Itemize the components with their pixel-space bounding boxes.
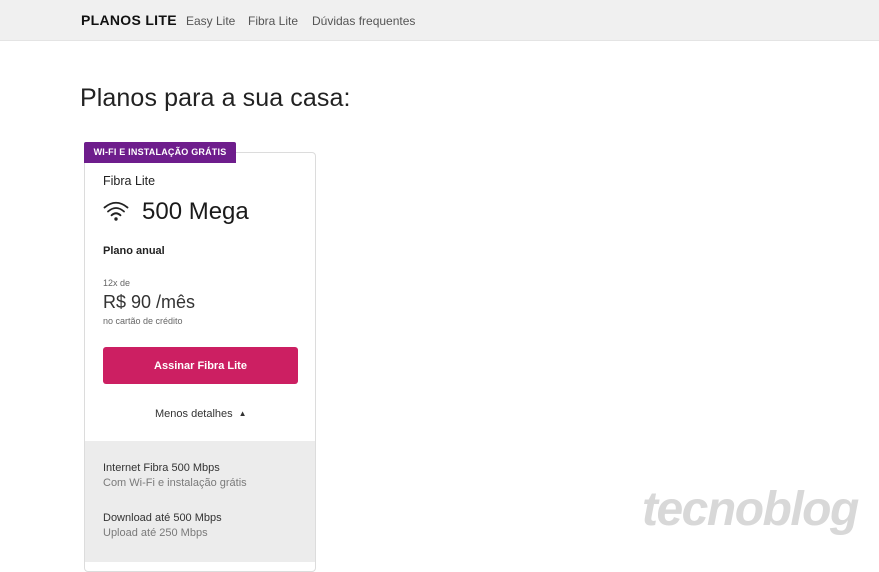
- detail-title: Download até 500 Mbps: [103, 512, 222, 524]
- watermark-logo: tecnoblog: [642, 483, 859, 536]
- top-nav-bar: PLANOS LITE Easy Lite Fibra Lite Dúvidas…: [0, 0, 879, 41]
- details-toggle[interactable]: Menos detalhes ▲: [155, 408, 247, 420]
- subscribe-button[interactable]: Assinar Fibra Lite: [103, 347, 298, 384]
- nav-link-faq[interactable]: Dúvidas frequentes: [312, 14, 415, 28]
- plan-term: Plano anual: [103, 245, 165, 257]
- plan-speed: 500 Mega: [142, 198, 249, 225]
- chevron-up-icon: ▲: [238, 409, 247, 418]
- detail-title: Internet Fibra 500 Mbps: [103, 462, 220, 474]
- plan-details-panel: [85, 441, 315, 562]
- details-toggle-label: Menos detalhes: [155, 408, 233, 420]
- detail-item: Download até 500 Mbps Upload até 250 Mbp…: [103, 512, 222, 539]
- brand-logo[interactable]: PLANOS LITE: [81, 12, 177, 28]
- payment-method-label: no cartão de crédito: [103, 316, 183, 326]
- wifi-icon: [103, 201, 129, 221]
- detail-item: Internet Fibra 500 Mbps Com Wi-Fi e inst…: [103, 462, 247, 489]
- detail-subtitle: Com Wi-Fi e instalação grátis: [103, 477, 247, 489]
- nav-link-fibra-lite[interactable]: Fibra Lite: [248, 14, 298, 28]
- installments-label: 12x de: [103, 278, 131, 288]
- plan-badge: WI-FI E INSTALAÇÃO GRÁTIS: [84, 142, 236, 163]
- page-title: Planos para a sua casa:: [80, 84, 351, 112]
- detail-subtitle: Upload até 250 Mbps: [103, 527, 208, 539]
- nav-link-easy-lite[interactable]: Easy Lite: [186, 14, 235, 28]
- plan-price: R$ 90 /mês: [103, 292, 196, 312]
- plan-name: Fibra Lite: [103, 174, 156, 188]
